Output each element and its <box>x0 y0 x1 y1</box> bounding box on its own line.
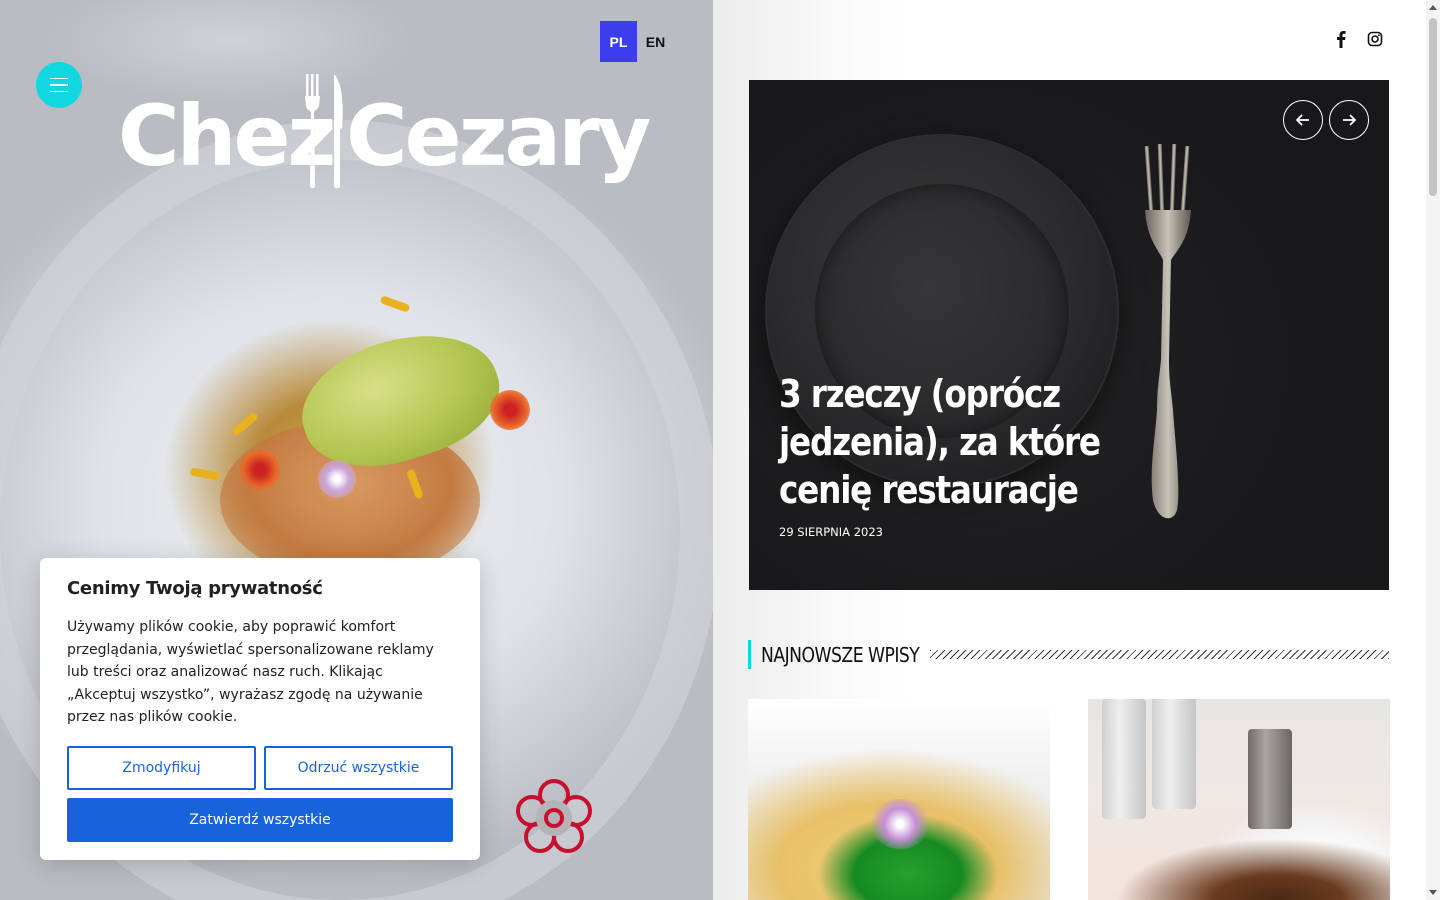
dish-flower-purple <box>318 460 356 498</box>
scroll-up-arrow[interactable] <box>1429 5 1437 10</box>
post-thumbnail[interactable] <box>748 699 1050 900</box>
dish-flower-orange <box>490 390 530 430</box>
customize-button[interactable]: Zmodyfikuj <box>67 746 256 790</box>
cookie-body: Używamy plików cookie, aby poprawić komf… <box>67 619 434 726</box>
menu-button[interactable] <box>36 62 82 108</box>
accept-all-button[interactable]: Zatwierdź wszystkie <box>67 798 453 842</box>
facebook-icon[interactable] <box>1333 30 1349 48</box>
section-accent-bar <box>748 640 751 669</box>
post-glass <box>1248 729 1292 829</box>
reject-all-button[interactable]: Odrzuć wszystkie <box>264 746 453 790</box>
post-glass <box>1102 699 1146 819</box>
scroll-down-arrow[interactable] <box>1429 890 1437 895</box>
hamburger-icon <box>50 90 68 93</box>
post-thumbnail[interactable] <box>1088 699 1390 900</box>
slider-next-button[interactable] <box>1329 100 1369 140</box>
fork-knife-icon <box>305 74 343 189</box>
hamburger-icon <box>50 84 68 86</box>
arrow-right-icon <box>1343 114 1356 126</box>
social-links <box>1333 30 1383 48</box>
section-title: NAJNOWSZE WPISY <box>761 642 920 667</box>
language-switch: PL EN <box>600 21 674 62</box>
lang-en-button[interactable]: EN <box>637 21 674 62</box>
latest-posts-heading: NAJNOWSZE WPISY <box>748 640 1389 669</box>
slider-prev-button[interactable] <box>1283 100 1323 140</box>
scroll-thumb[interactable] <box>1429 18 1437 196</box>
lang-pl-button[interactable]: PL <box>600 21 637 62</box>
logo-text-right: Cezary <box>346 87 651 185</box>
cookie-title: Cenimy Twoją prywatność <box>67 578 323 599</box>
michelin-flower-icon <box>516 779 592 853</box>
featured-slider[interactable]: 3 rzeczy (oprócz jedzenia), za które cen… <box>749 80 1389 590</box>
slide-title[interactable]: 3 rzeczy (oprócz jedzenia), za które cen… <box>779 370 1183 514</box>
slide-date: 29 SIERPNIA 2023 <box>779 525 883 539</box>
post-flower <box>870 799 930 849</box>
post-glass <box>1152 699 1196 809</box>
dish-flower-orange <box>240 450 280 490</box>
content-column: 3 rzeczy (oprócz jedzenia), za które cen… <box>713 0 1426 900</box>
section-divider <box>930 650 1389 659</box>
site-logo[interactable]: Chez Cezary <box>118 72 651 192</box>
cookie-consent-dialog: Cenimy Twoją prywatność Używamy plików c… <box>40 558 480 860</box>
page-scrollbar[interactable] <box>1426 0 1440 900</box>
logo-text-left: Chez <box>118 87 336 185</box>
instagram-icon[interactable] <box>1367 30 1383 48</box>
arrow-left-icon <box>1296 114 1309 126</box>
hamburger-icon <box>50 77 68 80</box>
